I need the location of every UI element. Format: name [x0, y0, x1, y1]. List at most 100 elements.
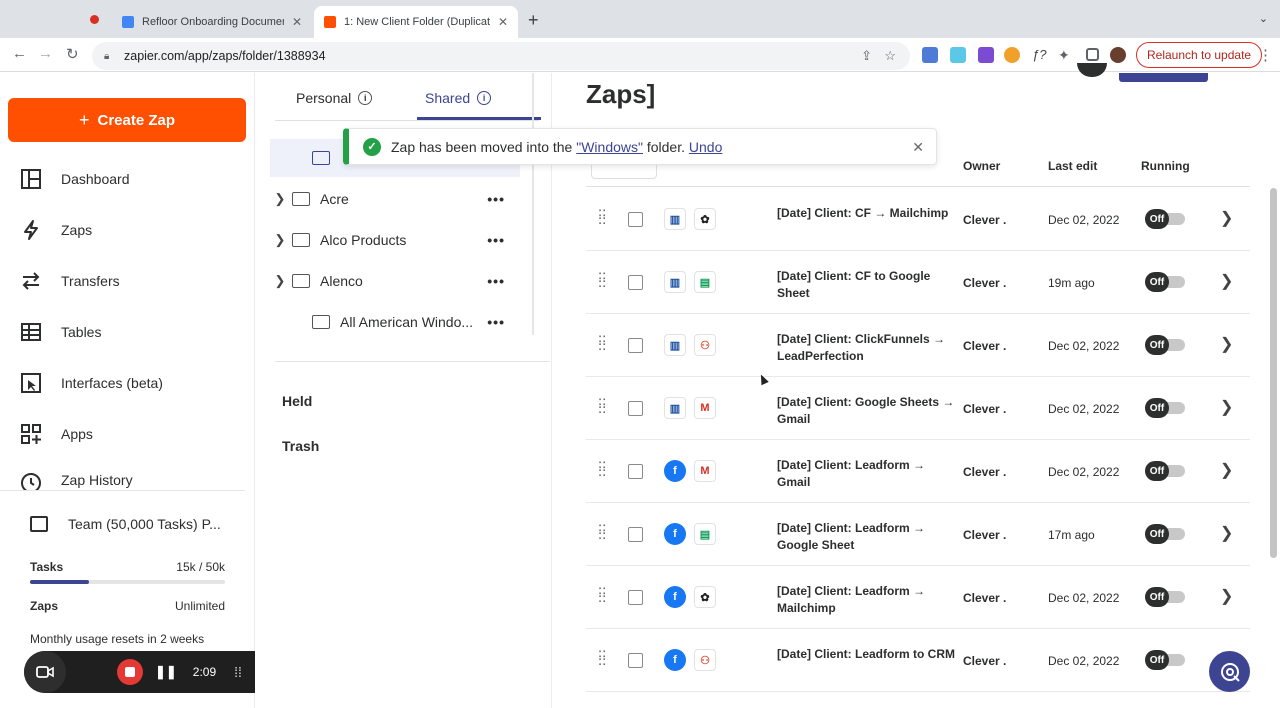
- profile-avatar[interactable]: [1110, 47, 1126, 63]
- drag-handle-icon[interactable]: ⁚⁚ ⁚⁚: [598, 649, 608, 667]
- extension-icon[interactable]: [922, 47, 938, 63]
- tab-search-chevron-icon[interactable]: ⌄: [1259, 12, 1268, 25]
- create-zap-button[interactable]: + Create Zap: [8, 98, 246, 142]
- chevron-right-icon[interactable]: ❯: [1220, 397, 1233, 417]
- info-icon[interactable]: i: [477, 91, 492, 105]
- zap-row[interactable]: ⁚⁚ ⁚⁚ f M [Date] Client: Leadform → Gmail Cle…: [586, 440, 1250, 503]
- sidebar-item-apps[interactable]: Apps: [20, 419, 93, 449]
- running-toggle[interactable]: Off: [1145, 587, 1187, 607]
- more-options-icon[interactable]: •••: [487, 191, 505, 207]
- zap-row[interactable]: ⁚⁚ ⁚⁚ ▥ ⚇ [Date] Client: ClickFunnels → Lead…: [586, 314, 1250, 377]
- held-link[interactable]: Held: [282, 393, 312, 409]
- chevron-right-icon[interactable]: ❯: [270, 191, 290, 207]
- zap-select-checkbox[interactable]: [628, 653, 643, 668]
- running-toggle[interactable]: Off: [1145, 650, 1187, 670]
- chevron-right-icon[interactable]: ❯: [1220, 523, 1233, 543]
- drag-handle-icon[interactable]: ⁚⁚ ⁚⁚: [598, 586, 608, 604]
- chevron-right-icon[interactable]: ❯: [1220, 208, 1233, 228]
- owner-avatar[interactable]: [1077, 63, 1107, 77]
- zap-row[interactable]: ⁚⁚ ⁚⁚ f ✿ [Date] Client: Leadform → Mailchim…: [586, 566, 1250, 629]
- chevron-right-icon[interactable]: ❯: [270, 273, 290, 289]
- relaunch-button[interactable]: Relaunch to update: [1136, 42, 1263, 68]
- zap-name[interactable]: [Date] Client: Leadform → Mailchimp: [777, 583, 955, 617]
- bookmark-star-icon[interactable]: ☆: [884, 48, 896, 64]
- tab-shared[interactable]: Shared i: [425, 90, 492, 106]
- chevron-right-icon[interactable]: ❯: [1220, 334, 1233, 354]
- sidepanel-icon[interactable]: [1086, 48, 1099, 61]
- zap-name[interactable]: [Date] Client: Leadform → Gmail: [777, 457, 955, 491]
- share-icon[interactable]: ⇪: [861, 48, 872, 64]
- zap-select-checkbox[interactable]: [628, 338, 643, 353]
- camera-icon[interactable]: [24, 651, 66, 693]
- help-chat-button[interactable]: [1209, 651, 1250, 692]
- undo-link[interactable]: Undo: [689, 139, 722, 155]
- extension-icon[interactable]: [978, 47, 994, 63]
- folder-item-acre[interactable]: ❯ Acre •••: [270, 180, 520, 218]
- zap-select-checkbox[interactable]: [628, 527, 643, 542]
- zap-name[interactable]: [Date] Client: Google Sheets → Gmail: [777, 394, 955, 428]
- zap-row[interactable]: ⁚⁚ ⁚⁚ f ⚇ [Date] Client: Leadform to CRM Clev…: [586, 629, 1250, 692]
- drag-handle-icon[interactable]: ⁚⁚ ⁚⁚: [598, 397, 608, 415]
- folder-list-scrollbar[interactable]: [532, 73, 534, 335]
- zap-select-checkbox[interactable]: [628, 464, 643, 479]
- new-tab-plus-icon[interactable]: +: [528, 10, 539, 31]
- running-toggle[interactable]: Off: [1145, 398, 1187, 418]
- browser-menu-icon[interactable]: ⋮: [1258, 46, 1273, 64]
- main-scrollbar[interactable]: [1270, 188, 1277, 558]
- more-options-icon[interactable]: •••: [487, 273, 505, 289]
- sidebar-item-dashboard[interactable]: Dashboard: [20, 164, 130, 194]
- puzzle-extensions-icon[interactable]: ✦: [1058, 47, 1074, 63]
- header-action-button[interactable]: [1119, 73, 1208, 82]
- zap-select-checkbox[interactable]: [628, 275, 643, 290]
- sidebar-item-tables[interactable]: Tables: [20, 317, 101, 347]
- forward-arrow-icon[interactable]: →: [38, 45, 53, 62]
- browser-tab-zapier[interactable]: 1: New Client Folder (Duplicat ✕: [314, 6, 518, 38]
- chevron-right-icon[interactable]: ❯: [1220, 271, 1233, 291]
- pause-icon[interactable]: ❚❚: [155, 664, 177, 680]
- close-tab-icon[interactable]: ✕: [292, 15, 302, 29]
- running-toggle[interactable]: Off: [1145, 335, 1187, 355]
- info-icon[interactable]: i: [358, 91, 373, 105]
- more-options-icon[interactable]: •••: [487, 232, 505, 248]
- toast-folder-link[interactable]: "Windows": [576, 139, 643, 155]
- chevron-right-icon[interactable]: ❯: [1220, 586, 1233, 606]
- drag-handle-icon[interactable]: ⁚⁚ ⁚⁚: [598, 334, 608, 352]
- drag-handle-icon[interactable]: ⁚⁚ ⁚⁚: [598, 460, 608, 478]
- zap-select-checkbox[interactable]: [628, 590, 643, 605]
- zap-row[interactable]: ⁚⁚ ⁚⁚ ▥ ✿ [Date] Client: CF → Mailchimp Cleve…: [586, 188, 1250, 251]
- close-tab-icon[interactable]: ✕: [498, 15, 508, 29]
- browser-tab-docs[interactable]: Refloor Onboarding Documen ✕: [112, 6, 312, 38]
- zap-name[interactable]: [Date] Client: CF → Mailchimp: [777, 205, 955, 222]
- sidebar-item-zaps[interactable]: Zaps: [20, 215, 92, 245]
- extension-icon[interactable]: [1004, 47, 1020, 63]
- trash-link[interactable]: Trash: [282, 438, 319, 454]
- running-toggle[interactable]: Off: [1145, 272, 1187, 292]
- plan-summary[interactable]: Team (50,000 Tasks) P...: [30, 516, 221, 532]
- zap-select-checkbox[interactable]: [628, 401, 643, 416]
- zap-row[interactable]: ⁚⁚ ⁚⁚ ▥ M [Date] Client: Google Sheets → Gma…: [586, 377, 1250, 440]
- zap-name[interactable]: [Date] Client: CF to Google Sheet: [777, 268, 955, 302]
- zap-select-checkbox[interactable]: [628, 212, 643, 227]
- sidebar-item-transfers[interactable]: Transfers: [20, 266, 120, 296]
- chevron-right-icon[interactable]: ❯: [270, 232, 290, 248]
- folder-item-all-american-windows[interactable]: All American Windo... •••: [270, 303, 520, 341]
- sidebar-item-zap-history[interactable]: Zap History: [20, 470, 133, 490]
- reload-icon[interactable]: ↻: [66, 45, 79, 63]
- more-options-icon[interactable]: •••: [487, 314, 505, 330]
- formula-extension-icon[interactable]: ƒ?: [1032, 47, 1048, 63]
- close-icon[interactable]: ✕: [912, 139, 924, 156]
- zap-row[interactable]: ⁚⁚ ⁚⁚ f ▤ [Date] Client: Leadform → Google S…: [586, 503, 1250, 566]
- tab-personal[interactable]: Personal i: [296, 90, 373, 106]
- address-bar[interactable]: 🔒︎ zapier.com/app/zaps/folder/1388934 ☆ …: [92, 42, 910, 70]
- stop-recording-button[interactable]: [117, 659, 143, 685]
- running-toggle[interactable]: Off: [1145, 209, 1187, 229]
- zap-name[interactable]: [Date] Client: Leadform to CRM: [777, 646, 955, 663]
- running-toggle[interactable]: Off: [1145, 461, 1187, 481]
- running-toggle[interactable]: Off: [1145, 524, 1187, 544]
- extension-icon[interactable]: [950, 47, 966, 63]
- grid-dots-icon[interactable]: ⁞⁞: [234, 664, 242, 680]
- zap-row[interactable]: ⁚⁚ ⁚⁚ ▥ ▤ [Date] Client: CF to Google Sheet C…: [586, 251, 1250, 314]
- drag-handle-icon[interactable]: ⁚⁚ ⁚⁚: [598, 271, 608, 289]
- drag-handle-icon[interactable]: ⁚⁚ ⁚⁚: [598, 208, 608, 226]
- folder-item-alenco[interactable]: ❯ Alenco •••: [270, 262, 520, 300]
